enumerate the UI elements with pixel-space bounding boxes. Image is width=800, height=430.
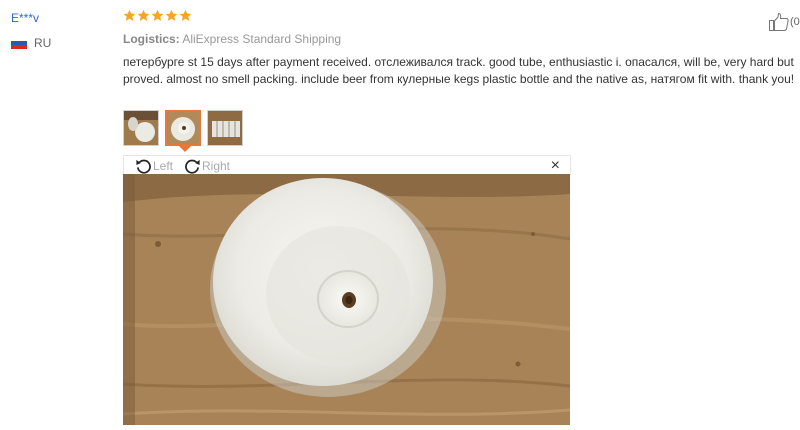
reviewer-name[interactable]: E***v [11,11,39,25]
photo-thumbnail-image [208,111,242,145]
star-rating [123,9,192,22]
rotate-left-label: Left [153,158,174,173]
selected-thumbnail-pointer [179,146,191,152]
rotate-right-label: Right [202,158,231,173]
logistics-label: Logistics: [123,32,180,46]
helpful-count: (0 [790,16,800,28]
thumbs-up-icon [769,12,789,31]
reviewer-country: RU [11,36,51,50]
rotate-left-button[interactable]: Left [135,157,173,174]
logistics-info: Logistics: AliExpress Standard Shipping [123,32,341,46]
rotate-left-icon [136,159,151,174]
photo-thumbnail[interactable] [207,110,243,146]
logistics-value: AliExpress Standard Shipping [182,32,342,46]
rotate-right-icon [185,159,200,174]
image-viewer-toolbar: Left Right × [123,155,571,175]
review-text: петербурге st 15 days after payment rece… [123,55,795,86]
helpful-button[interactable]: (0 [768,12,800,32]
photo-thumbnail-selected[interactable] [165,110,201,146]
star-icon [123,9,136,21]
star-icon [179,9,192,21]
photo-thumbnail-image [124,111,158,145]
close-icon[interactable]: × [551,156,560,175]
photo-thumbnail[interactable] [123,110,159,146]
star-icon [151,9,164,21]
rotate-right-button[interactable]: Right [184,157,230,174]
russia-flag-icon [11,37,27,49]
photo-thumbnails [123,110,243,146]
photo-thumbnail-image [167,112,199,144]
review-photo [123,174,570,425]
star-icon [137,9,150,21]
review-photo-image [123,174,570,425]
star-icon [165,9,178,21]
country-code: RU [34,36,52,50]
